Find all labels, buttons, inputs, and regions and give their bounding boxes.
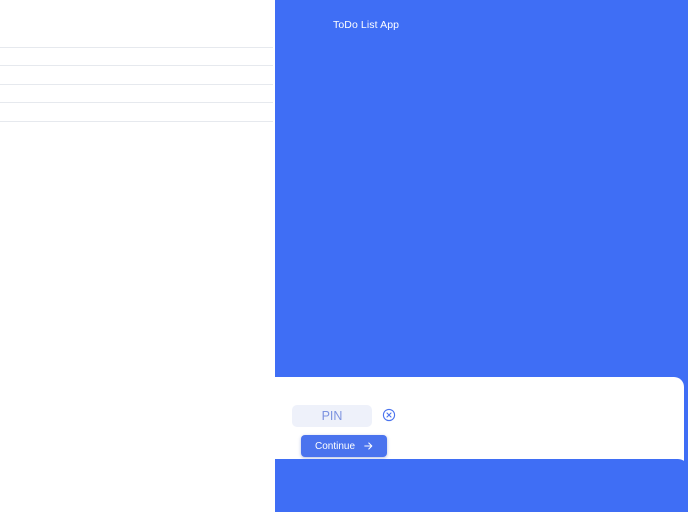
pin-input[interactable]	[292, 405, 372, 427]
list-divider	[0, 65, 273, 66]
page: ToDo List App Continue	[0, 0, 688, 512]
bottom-panel	[275, 459, 688, 512]
list-divider	[0, 84, 273, 85]
continue-button[interactable]: Continue	[301, 435, 387, 457]
todo-list-pane	[0, 0, 275, 512]
list-divider	[0, 102, 273, 103]
app-title: ToDo List App	[333, 19, 400, 31]
app-panel: ToDo List App Continue	[275, 0, 688, 512]
arrow-right-icon	[364, 442, 373, 450]
continue-button-label: Continue	[314, 440, 356, 452]
close-circle-icon[interactable]	[382, 408, 396, 422]
list-divider	[0, 121, 273, 122]
list-divider	[0, 47, 273, 48]
